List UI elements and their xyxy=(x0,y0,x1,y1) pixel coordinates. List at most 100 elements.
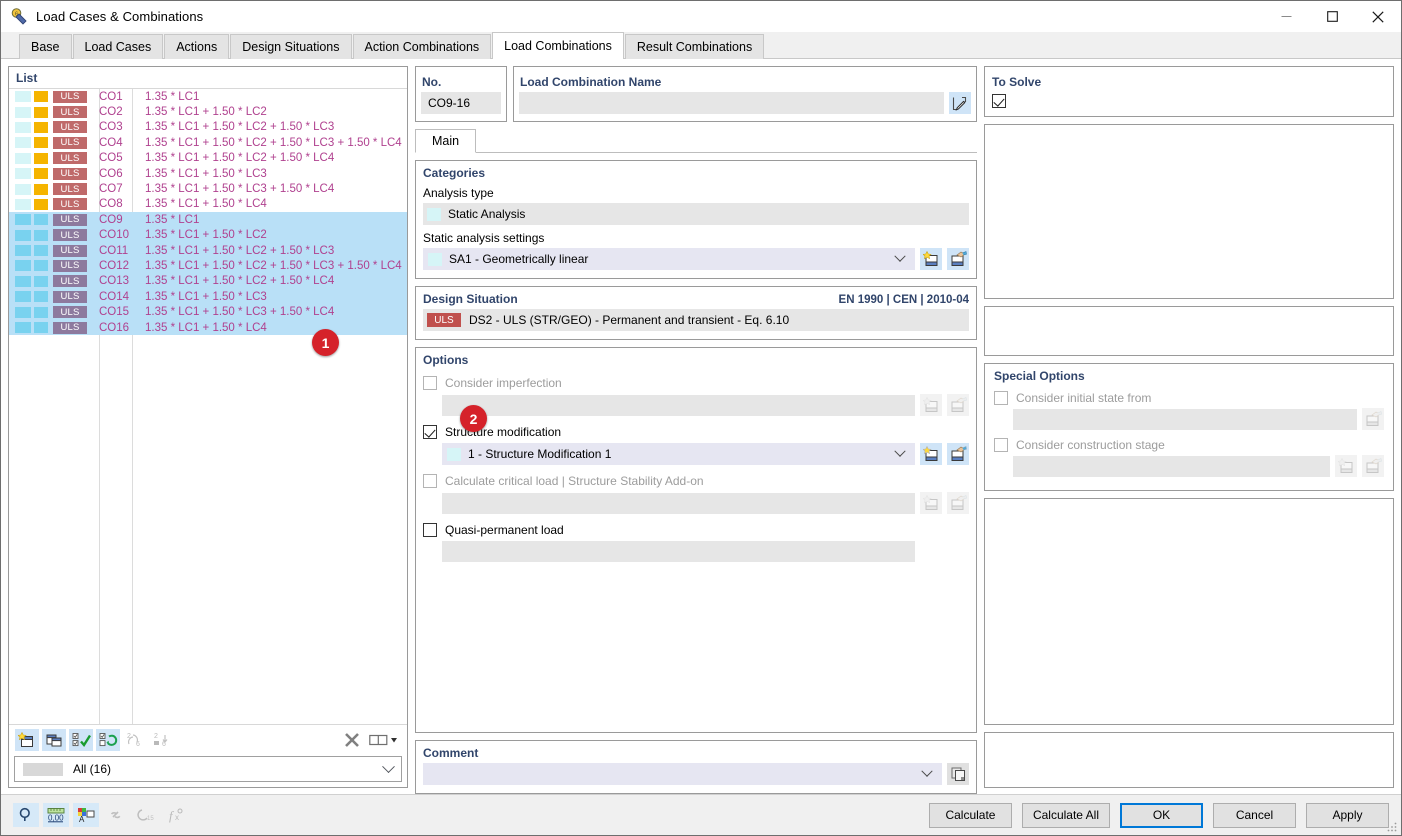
special-option-field-row xyxy=(1013,408,1384,430)
main-tab-content: Categories Analysis type Static Analysis… xyxy=(415,153,977,794)
special-option-field-row xyxy=(1013,455,1384,477)
tab-action-combinations[interactable]: Action Combinations xyxy=(352,34,492,59)
cancel-button[interactable]: Cancel xyxy=(1213,802,1296,828)
tab-actions[interactable]: Actions xyxy=(164,34,230,59)
row-number: CO16 xyxy=(99,321,130,334)
table-row[interactable]: ULS CO9 1.35 * LC1 xyxy=(9,212,407,228)
checkbox[interactable] xyxy=(423,523,437,537)
static-settings-select[interactable]: SA1 - Geometrically linear xyxy=(423,248,915,270)
row-color-swatch-1 xyxy=(15,260,31,272)
row-number: CO15 xyxy=(99,306,130,319)
row-expression: 1.35 * LC1 + 1.50 * LC4 xyxy=(145,198,267,211)
table-row[interactable]: ULS CO4 1.35 * LC1 + 1.50 * LC2 + 1.50 * L… xyxy=(9,135,407,150)
tab-label: Result Combinations xyxy=(636,40,753,54)
filter-label: All (16) xyxy=(73,762,112,776)
row-color-swatch-1 xyxy=(15,137,31,149)
option-field-row xyxy=(442,541,969,562)
table-row[interactable]: ULS CO10 1.35 * LC1 + 1.50 * LC2 xyxy=(9,227,407,243)
table-row[interactable]: ULS CO3 1.35 * LC1 + 1.50 * LC2 + 1.50 * L… xyxy=(9,120,407,135)
select-all-icon[interactable] xyxy=(69,728,93,751)
row-color-swatch-2 xyxy=(34,106,48,118)
tab-label: Actions xyxy=(176,40,218,54)
table-row[interactable]: ULS CO14 1.35 * LC1 + 1.50 * LC3 xyxy=(9,289,407,305)
table-row[interactable]: ULS CO5 1.35 * LC1 + 1.50 * LC2 + 1.50 * L… xyxy=(9,151,407,166)
row-color-swatch-1 xyxy=(15,106,31,118)
tab-result-combinations[interactable]: Result Combinations xyxy=(624,34,765,59)
calculate-all-button[interactable]: Calculate All xyxy=(1021,802,1110,828)
table-row[interactable]: ULS CO2 1.35 * LC1 + 1.50 * LC2 xyxy=(9,104,407,119)
new-item-icon[interactable] xyxy=(920,443,942,465)
table-row[interactable]: ULS CO11 1.35 * LC1 + 1.50 * LC2 + 1.50 * … xyxy=(9,242,407,259)
new-item-icon[interactable] xyxy=(920,248,942,270)
units-icon[interactable]: 0,00 xyxy=(43,803,69,827)
option-value: 1 - Structure Modification 1 xyxy=(468,447,612,461)
table-row[interactable]: ULS CO13 1.35 * LC1 + 1.50 * LC2 + 1.50 * … xyxy=(9,273,407,290)
analysis-type-label: Analysis type xyxy=(423,186,494,200)
row-uls-badge: ULS xyxy=(53,90,87,103)
tab-label: Design Situations xyxy=(242,40,340,54)
combination-list[interactable]: ULS CO1 1.35 * LC1 ULS CO2 1.35 * LC1 + 1.50 … xyxy=(9,88,407,724)
table-row[interactable]: ULS CO8 1.35 * LC1 + 1.50 * LC4 xyxy=(9,197,407,212)
table-row[interactable]: ULS CO6 1.35 * LC1 + 1.50 * LC3 xyxy=(9,166,407,181)
option-color-swatch xyxy=(447,447,461,461)
option-select[interactable]: 1 - Structure Modification 1 xyxy=(442,443,915,465)
row-number: CO13 xyxy=(99,275,130,288)
copy-icon[interactable] xyxy=(947,763,969,785)
table-row[interactable]: ULS CO1 1.35 * LC1 xyxy=(9,89,407,104)
comment-input[interactable] xyxy=(423,763,942,785)
name-input[interactable] xyxy=(519,92,944,114)
option-field-row: 1 - Structure Modification 1 xyxy=(442,443,969,465)
categories-group: Categories Analysis type Static Analysis… xyxy=(415,160,977,279)
copy-combination-icon[interactable] xyxy=(42,728,66,751)
edit-item-icon[interactable] xyxy=(947,443,969,465)
row-expression: 1.35 * LC1 + 1.50 * LC2 + 1.50 * LC4 xyxy=(145,275,335,288)
calculate-button[interactable]: Calculate xyxy=(928,802,1012,828)
new-combination-icon[interactable] xyxy=(15,728,39,751)
design-situation-group: Design Situation EN 1990 | CEN | 2010-04… xyxy=(415,286,977,340)
row-expression: 1.35 * LC1 + 1.50 * LC3 xyxy=(145,167,267,180)
new-item-icon xyxy=(920,394,942,416)
filter-color-swatch xyxy=(23,762,63,776)
chevron-down-icon xyxy=(921,765,933,777)
delete-icon[interactable] xyxy=(340,729,364,751)
preview-panel-lower xyxy=(984,498,1394,725)
no-value: CO9-16 xyxy=(421,92,501,114)
search-icon[interactable] xyxy=(13,803,39,827)
invert-selection-icon[interactable] xyxy=(96,728,120,751)
table-row[interactable]: ULS CO16 1.35 * LC1 + 1.50 * LC4 xyxy=(9,319,407,336)
title-bar: 6 Load Cases & Combinations xyxy=(1,1,1401,32)
table-row[interactable]: ULS CO12 1.35 * LC1 + 1.50 * LC2 + 1.50 * … xyxy=(9,258,407,274)
view-mode-icon[interactable] xyxy=(367,729,401,751)
option-field-row xyxy=(442,492,969,514)
row-color-swatch-2 xyxy=(34,152,48,164)
svg-text:A: A xyxy=(79,815,85,823)
list-filter-dropdown[interactable]: All (16) xyxy=(14,756,402,782)
row-color-swatch-1 xyxy=(15,214,31,226)
tab-load-cases[interactable]: Load Cases xyxy=(72,34,164,59)
option-row: Calculate critical load | Structure Stab… xyxy=(423,474,969,488)
table-row[interactable]: ULS CO7 1.35 * LC1 + 1.50 * LC3 + 1.50 * L… xyxy=(9,181,407,196)
inner-tabstrip: Main xyxy=(415,129,977,153)
inner-tab-main[interactable]: Main xyxy=(415,129,477,153)
minimize-button[interactable] xyxy=(1263,1,1309,32)
ok-button[interactable]: OK xyxy=(1120,802,1203,828)
special-option-input xyxy=(1013,455,1330,477)
to-solve-checkbox[interactable] xyxy=(992,94,1006,108)
tab-design-situations[interactable]: Design Situations xyxy=(230,34,352,59)
close-button[interactable] xyxy=(1355,1,1401,32)
colors-icon[interactable]: A xyxy=(73,803,99,827)
chevron-down-icon xyxy=(894,250,906,262)
table-row[interactable]: ULS CO15 1.35 * LC1 + 1.50 * LC3 + 1.50 * … xyxy=(9,304,407,320)
row-expression: 1.35 * LC1 + 1.50 * LC2 + 1.50 * LC3 + 1… xyxy=(145,259,402,272)
button-label: Calculate All xyxy=(1032,808,1099,822)
tab-load-combinations[interactable]: Load Combinations xyxy=(492,32,624,59)
resize-grip[interactable] xyxy=(1386,821,1398,833)
svg-text:15: 15 xyxy=(147,816,154,822)
maximize-button[interactable] xyxy=(1309,1,1355,32)
edit-icon[interactable] xyxy=(949,92,971,114)
edit-item-icon[interactable] xyxy=(947,248,969,270)
apply-button[interactable]: Apply xyxy=(1306,802,1389,828)
tab-base[interactable]: Base xyxy=(19,34,72,59)
row-number: CO2 xyxy=(99,106,123,119)
checkbox[interactable] xyxy=(423,425,437,439)
